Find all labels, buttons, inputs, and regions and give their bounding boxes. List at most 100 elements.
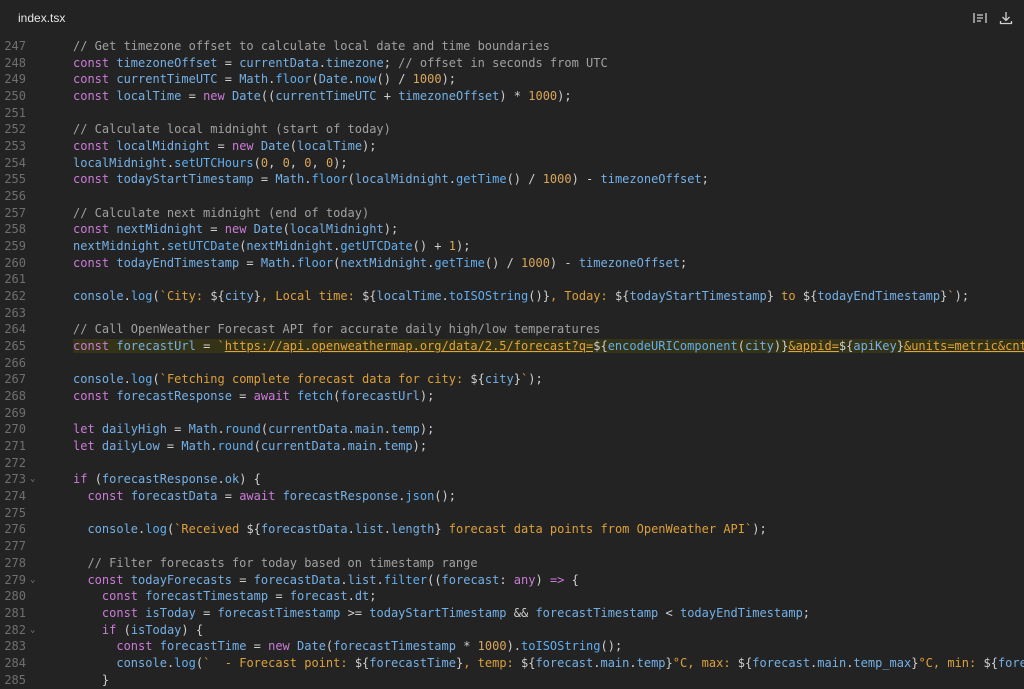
- code-token: if: [73, 472, 95, 487]
- code-line[interactable]: 268 const forecastResponse = await fetch(…: [0, 388, 1024, 405]
- code-token: nextMidnight: [73, 239, 160, 254]
- code-token: const: [73, 255, 117, 270]
- code-line[interactable]: 280 const forecastTimestamp = forecast.d…: [0, 588, 1024, 605]
- code-token: temp_max: [853, 655, 912, 670]
- code-line[interactable]: 252 // Calculate local midnight (start of…: [0, 121, 1024, 138]
- outline-icon[interactable]: [972, 10, 988, 26]
- code-line[interactable]: 282 ⌄ if (isToday) {: [0, 622, 1024, 639]
- code-token: forecastData: [130, 489, 218, 504]
- download-icon[interactable]: [998, 10, 1014, 26]
- code-token: }: [542, 289, 550, 304]
- code-token: forecast: [289, 589, 348, 604]
- code-line[interactable]: 259 nextMidnight.setUTCDate(nextMidnight.…: [0, 238, 1024, 255]
- code-token: Date: [297, 639, 326, 654]
- code-line[interactable]: 248 const timezoneOffset = currentData.ti…: [0, 55, 1024, 72]
- code-token: floor: [297, 255, 334, 270]
- fold-chevron-icon[interactable]: ⌄: [30, 622, 35, 639]
- code-line[interactable]: 273 ⌄ if (forecastResponse.ok) {: [0, 471, 1024, 488]
- code-line[interactable]: 257 // Calculate next midnight (end of to…: [0, 205, 1024, 222]
- code-token: .: [289, 255, 298, 270]
- code-token: (): [528, 289, 543, 304]
- code-token: getUTCDate: [340, 239, 413, 254]
- code-text: const forecastData = await forecastRespo…: [73, 488, 456, 505]
- code-line[interactable]: 278 // Filter forecasts for today based …: [0, 555, 1024, 572]
- code-token: &&: [506, 605, 536, 620]
- code-line[interactable]: 253 const localMidnight = new Date(localT…: [0, 138, 1024, 155]
- code-line[interactable]: 279 ⌄ const todayForecasts = forecastData…: [0, 572, 1024, 589]
- code-line[interactable]: 260 const todayEndTimestamp = Math.floor(…: [0, 255, 1024, 272]
- code-token: .: [159, 239, 167, 254]
- code-token: 1: [448, 239, 456, 254]
- code-token: ,: [311, 155, 326, 170]
- code-line[interactable]: 265 const forecastUrl = `https://api.open…: [0, 338, 1024, 355]
- code-token: =: [166, 422, 189, 437]
- code-line[interactable]: 262 console.log(`City: ${city}, Local tim…: [0, 288, 1024, 305]
- code-line[interactable]: 256: [0, 188, 1024, 205]
- line-number: 261: [4, 272, 26, 287]
- code-editor[interactable]: 247 // Get timezone offset to calculate l…: [0, 38, 1024, 689]
- code-token: forecastUrl: [116, 339, 196, 354]
- code-token: forecastData: [260, 522, 348, 537]
- line-number: 259: [4, 239, 26, 254]
- code-token: localTime: [297, 139, 363, 154]
- code-token: ();: [434, 489, 456, 504]
- code-line[interactable]: 271 let dailyLow = Math.round(currentData…: [0, 438, 1024, 455]
- code-text: // Call OpenWeather Forecast API for acc…: [73, 321, 600, 338]
- code-line[interactable]: 255 const todayStartTimestamp = Math. floo…: [0, 171, 1024, 188]
- code-line[interactable]: 254 localMidnight.setUTCHours(0, 0, 0, 0)…: [0, 155, 1024, 172]
- code-token: ${: [838, 339, 854, 354]
- code-token: );: [333, 155, 348, 170]
- code-line[interactable]: 276 console.log(`Received ${forecastData…: [0, 521, 1024, 538]
- code-line[interactable]: 267 console.log(`Fetching complete foreca…: [0, 371, 1024, 388]
- code-token: .: [347, 72, 355, 87]
- code-token: localMidnight: [116, 139, 211, 154]
- code-text: console.log(`City: ${city}, Local time: …: [73, 288, 969, 305]
- code-line[interactable]: 249 const currentTimeUTC = Math. floor(Dat…: [0, 71, 1024, 88]
- code-line[interactable]: 247 // Get timezone offset to calculate l…: [0, 38, 1024, 55]
- code-line[interactable]: 261: [0, 271, 1024, 288]
- code-token: );: [441, 72, 457, 87]
- code-token: 1000: [412, 72, 442, 87]
- file-tab[interactable]: index.tsx: [18, 11, 65, 25]
- code-line[interactable]: 272: [0, 455, 1024, 472]
- line-number: 258: [4, 222, 26, 237]
- fold-chevron-icon[interactable]: ⌄: [30, 572, 35, 589]
- code-token: forecast: [441, 572, 500, 587]
- code-token: (: [253, 155, 261, 170]
- code-token: =: [203, 222, 225, 237]
- fold-chevron-icon[interactable]: ⌄: [30, 471, 35, 488]
- code-line[interactable]: 270 let dailyHigh = Math.round(currentDat…: [0, 421, 1024, 438]
- code-line[interactable]: 275: [0, 505, 1024, 522]
- code-token: toISOString: [521, 639, 601, 654]
- code-text: const nextMidnight = new Date(localMidni…: [73, 221, 398, 238]
- code-token: to: [773, 289, 803, 304]
- code-line[interactable]: 281 const isToday = forecastTimestamp >=…: [0, 605, 1024, 622]
- code-token: ${: [354, 655, 370, 670]
- line-number: 250: [4, 89, 26, 104]
- code-line[interactable]: 269: [0, 405, 1024, 422]
- code-token: `: [217, 339, 225, 354]
- code-token: forecastResponse: [282, 489, 399, 504]
- code-token: 1000: [521, 255, 550, 270]
- code-line[interactable]: 251: [0, 105, 1024, 122]
- code-token: °C, max:: [672, 655, 738, 670]
- code-line[interactable]: 285 }: [0, 672, 1024, 689]
- code-token: temp: [383, 439, 413, 454]
- code-token: localTime: [116, 89, 182, 104]
- code-line[interactable]: 250 const localTime = new Date((currentTi…: [0, 88, 1024, 105]
- code-line[interactable]: 283 const forecastTime = new Date(foreca…: [0, 638, 1024, 655]
- code-line[interactable]: 263: [0, 305, 1024, 322]
- code-line[interactable]: 284 console.log(` - Forecast point: ${fo…: [0, 655, 1024, 672]
- code-line[interactable]: 264 // Call OpenWeather Forecast API for …: [0, 321, 1024, 338]
- code-token: forecast: [535, 655, 594, 670]
- code-line[interactable]: 266: [0, 355, 1024, 372]
- code-line[interactable]: 277: [0, 538, 1024, 555]
- code-token: temp: [636, 655, 666, 670]
- line-number: 264: [4, 322, 26, 337]
- code-line[interactable]: 258 const nextMidnight = new Date(localMi…: [0, 221, 1024, 238]
- code-line[interactable]: 274 const forecastData = await forecastR…: [0, 488, 1024, 505]
- code-token: currentTimeUTC: [116, 72, 218, 87]
